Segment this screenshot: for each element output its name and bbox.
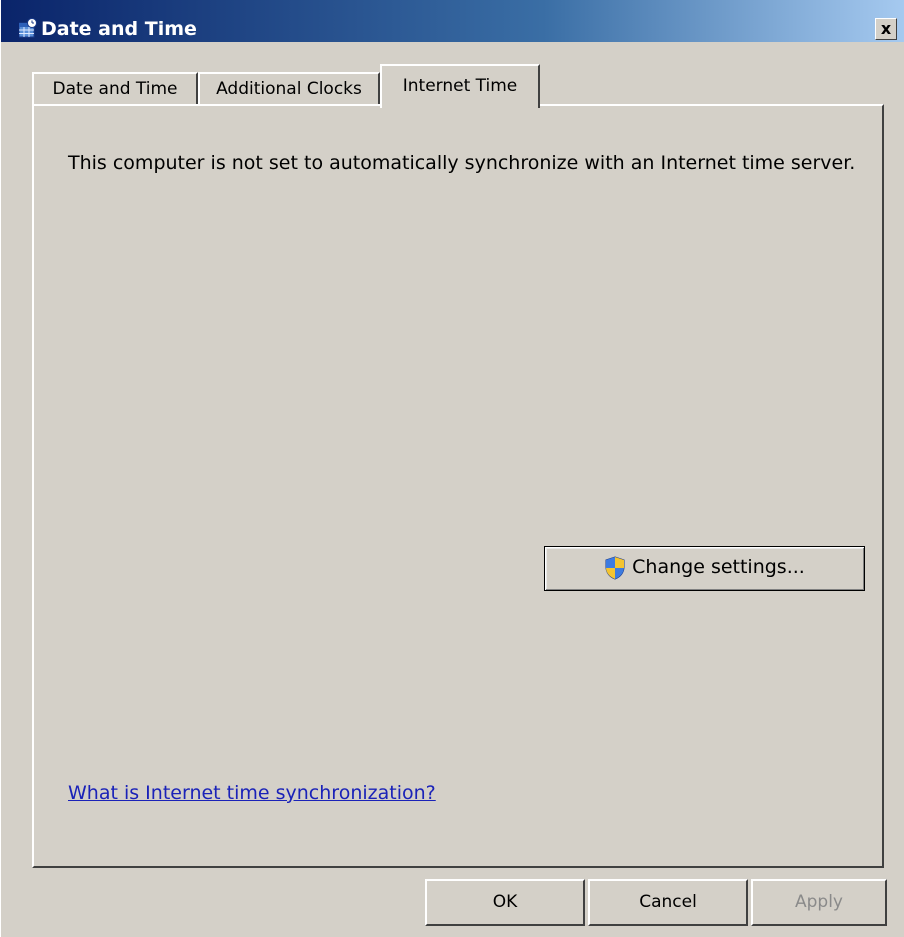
tab-additional-clocks[interactable]: Additional Clocks [198, 72, 380, 105]
close-button[interactable]: x [875, 18, 897, 40]
tab-label: Date and Time [52, 79, 178, 99]
tab-internet-time[interactable]: Internet Time [380, 64, 540, 108]
change-settings-label: Change settings... [632, 556, 805, 578]
window-title: Date and Time [41, 18, 197, 40]
change-settings-button[interactable]: Change settings... [544, 546, 865, 591]
ok-button[interactable]: OK [425, 879, 585, 926]
help-link[interactable]: What is Internet time synchronization? [68, 782, 436, 804]
title-bar[interactable]: Date and Time x [1, 0, 904, 42]
tab-label: Additional Clocks [216, 79, 362, 99]
close-icon: x [880, 19, 892, 38]
sync-status-text: This computer is not set to automaticall… [68, 152, 856, 174]
apply-button[interactable]: Apply [751, 879, 887, 926]
tab-label: Internet Time [402, 76, 518, 96]
uac-shield-icon [604, 554, 626, 580]
date-time-dialog: Date and Time x Date and Time Additional… [0, 0, 904, 937]
date-time-icon [18, 18, 37, 38]
internet-time-panel: This computer is not set to automaticall… [32, 104, 884, 868]
tab-date-and-time[interactable]: Date and Time [32, 72, 198, 105]
cancel-button[interactable]: Cancel [588, 879, 748, 926]
